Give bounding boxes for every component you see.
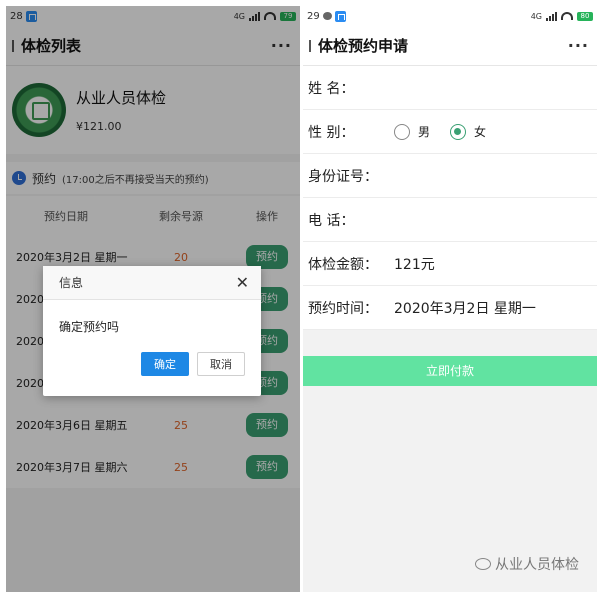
time-label: 预约时间： <box>308 300 378 317</box>
status-bar: 29 4G 80 <box>303 6 597 26</box>
id-label: 身份证号： <box>308 168 378 185</box>
page-title: 体检预约申请 <box>318 37 409 55</box>
name-label: 姓 名： <box>308 80 355 97</box>
amount-row: 体检金额： 121元 <box>303 242 597 286</box>
gender-label: 性 别： <box>308 124 355 141</box>
amount-value: 121元 <box>394 256 435 273</box>
cancel-button[interactable]: 取消 <box>197 352 245 376</box>
dialog-footer: 确定 取消 <box>43 352 261 376</box>
radio-unchecked-icon <box>394 123 410 140</box>
booking-form-screen: 29 4G 80 体检预约申请 ··· 姓 名： 性 别： 男 女 身份证号： … <box>303 6 597 592</box>
wechat-icon <box>322 12 332 20</box>
radio-checked-icon <box>450 123 467 140</box>
status-time: 29 <box>307 10 320 22</box>
watermark-text: 从业人员体检 <box>495 557 579 573</box>
back-icon[interactable] <box>309 39 312 52</box>
gender-row: 性 别： 男 女 <box>303 110 597 154</box>
more-icon[interactable]: ··· <box>568 36 589 55</box>
wechat-icon <box>475 558 491 570</box>
phone-row[interactable]: 电 话： <box>303 198 597 242</box>
signal-icon <box>546 11 557 21</box>
name-row[interactable]: 姓 名： <box>303 66 597 110</box>
gender-female-option[interactable]: 女 <box>450 123 486 140</box>
dialog-header: 信息 ✕ <box>43 266 261 300</box>
close-icon[interactable]: ✕ <box>236 274 249 291</box>
confirm-button[interactable]: 确定 <box>141 352 189 376</box>
title-bar: 体检预约申请 ··· <box>303 26 597 66</box>
wifi-icon <box>561 12 573 20</box>
spacer <box>303 330 597 346</box>
booking-list-screen: 28 4G 79 体检列表 ··· 从业人员体检 ¥121.00 预约 (17:… <box>6 6 300 592</box>
dialog-title: 信息 <box>59 276 84 290</box>
dialog-message: 确定预约吗 <box>59 319 120 334</box>
notification-icon <box>334 10 346 22</box>
time-row: 预约时间： 2020年3月2日 星期一 <box>303 286 597 330</box>
phone-label: 电 话： <box>308 212 355 229</box>
confirm-dialog: 信息 ✕ 确定预约吗 确定 取消 <box>43 266 261 396</box>
battery-icon: 80 <box>577 11 593 21</box>
gender-female-label: 女 <box>474 125 487 139</box>
pay-now-button[interactable]: 立即付款 <box>303 356 597 386</box>
gender-male-option[interactable]: 男 <box>394 123 430 140</box>
gender-male-label: 男 <box>418 125 431 139</box>
amount-label: 体检金额： <box>308 256 378 273</box>
network-label: 4G <box>530 11 542 21</box>
watermark: 从业人员体检 <box>475 554 579 574</box>
id-row[interactable]: 身份证号： <box>303 154 597 198</box>
time-value: 2020年3月2日 星期一 <box>394 300 536 317</box>
